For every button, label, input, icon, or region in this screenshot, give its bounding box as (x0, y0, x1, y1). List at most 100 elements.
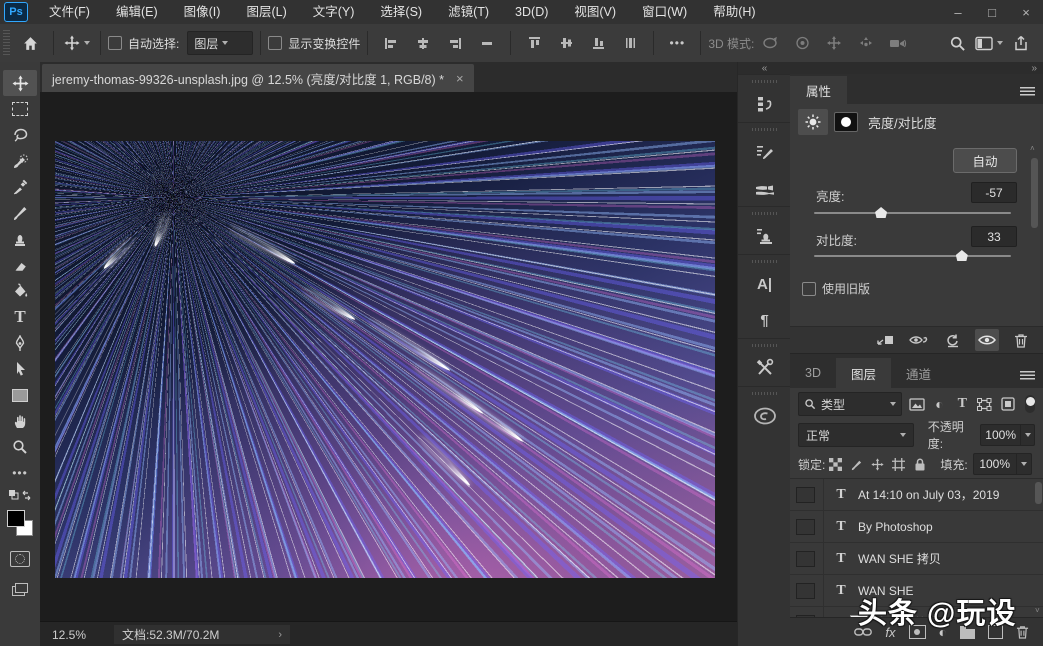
filter-pixel-layers-icon[interactable] (909, 398, 925, 411)
brightness-slider-thumb[interactable] (875, 207, 887, 218)
scroll-up-icon[interactable]: ˄ (1030, 144, 1035, 153)
opacity-value-field[interactable]: 100% (980, 424, 1021, 446)
filter-smart-objects-icon[interactable] (1000, 397, 1016, 411)
paragraph-panel-icon[interactable]: ¶ (743, 302, 787, 338)
visibility-toggle[interactable] (796, 615, 815, 618)
tab-properties[interactable]: 属性 (790, 76, 847, 104)
document-image[interactable] (55, 141, 715, 578)
tab-layers[interactable]: 图层 (836, 358, 891, 388)
layer-name[interactable]: At 14:10 on July 03，2019 (858, 486, 999, 503)
panel-menu-icon[interactable] (1020, 87, 1035, 96)
creative-cloud-icon[interactable] (743, 398, 787, 434)
fill-chevron[interactable] (1017, 453, 1032, 475)
swap-colors-icon[interactable] (3, 486, 37, 506)
menu-select[interactable]: 选择(S) (367, 0, 435, 24)
panel-menu-icon[interactable] (1020, 371, 1035, 380)
lock-artboard-icon[interactable] (890, 458, 907, 471)
layer-name[interactable]: WAN SHE 拷贝 (858, 550, 941, 567)
lasso-tool[interactable] (3, 122, 37, 148)
maximize-button[interactable]: □ (975, 0, 1009, 24)
chevron-right-icon[interactable]: › (278, 629, 282, 641)
menu-window[interactable]: 窗口(W) (629, 0, 700, 24)
filter-type-layers-icon[interactable]: T (954, 396, 970, 412)
quick-selection-tool[interactable] (3, 148, 37, 174)
canvas[interactable] (40, 92, 737, 621)
auto-select-target-dropdown[interactable]: 图层 (187, 31, 253, 55)
rectangular-marquee-tool[interactable] (3, 96, 37, 122)
scrollbar-thumb[interactable] (1035, 482, 1042, 504)
clone-source-panel-icon[interactable] (743, 218, 787, 254)
close-button[interactable]: × (1009, 0, 1043, 24)
quick-mask-mode-button[interactable] (3, 546, 37, 572)
lock-transparency-icon[interactable] (827, 458, 844, 471)
menu-image[interactable]: 图像(I) (171, 0, 234, 24)
scrollbar-thumb[interactable] (1031, 158, 1038, 228)
foreground-color-swatch[interactable] (7, 510, 25, 527)
distribute-vertical-icon[interactable] (616, 29, 644, 57)
opacity-chevron[interactable] (1021, 424, 1035, 446)
move-tool-preset-icon[interactable] (63, 29, 91, 57)
lock-pixels-icon[interactable] (848, 458, 865, 471)
zoom-level-field[interactable]: 12.5% (52, 628, 86, 642)
fill-value-field[interactable]: 100% (973, 453, 1017, 475)
dock-grip[interactable] (752, 260, 778, 263)
close-tab-icon[interactable]: × (456, 71, 464, 86)
auto-button[interactable]: 自动 (953, 148, 1017, 173)
more-options-button[interactable]: ••• (663, 29, 691, 57)
screen-mode-button[interactable] (3, 576, 37, 602)
toggle-visibility-icon[interactable] (975, 329, 999, 351)
auto-select-checkbox[interactable] (108, 36, 122, 50)
dock-grip[interactable] (752, 128, 778, 131)
visibility-toggle[interactable] (796, 583, 815, 599)
path-selection-tool[interactable] (3, 356, 37, 382)
menu-edit[interactable]: 编辑(E) (103, 0, 171, 24)
document-info[interactable]: 文档:52.3M/70.2M › (114, 625, 290, 644)
distribute-horizontal-icon[interactable] (473, 29, 501, 57)
properties-scrollbar[interactable]: ˄ (1030, 144, 1039, 320)
menu-view[interactable]: 视图(V) (561, 0, 629, 24)
filter-toggle[interactable] (1025, 395, 1035, 413)
tab-3d[interactable]: 3D (790, 358, 836, 388)
menu-filter[interactable]: 滤镜(T) (435, 0, 502, 24)
align-center-vertical-icon[interactable] (552, 29, 580, 57)
lock-all-icon[interactable] (911, 458, 928, 471)
foreground-background-swatches[interactable] (7, 510, 33, 536)
layer-row[interactable]: T By Photoshop (790, 511, 1043, 543)
hand-tool[interactable] (3, 408, 37, 434)
options-bar-grip[interactable] (3, 30, 10, 56)
clip-to-layer-icon[interactable] (873, 329, 897, 351)
dock-grip[interactable] (752, 212, 778, 215)
character-panel-icon[interactable]: A| (743, 266, 787, 302)
collapse-panels-icon[interactable]: « (738, 62, 791, 74)
align-bottom-icon[interactable] (584, 29, 612, 57)
contrast-value-field[interactable]: 33 (971, 226, 1017, 247)
move-tool[interactable] (3, 70, 37, 96)
blend-mode-dropdown[interactable]: 正常 (798, 423, 914, 447)
document-tab[interactable]: jeremy-thomas-99326-unsplash.jpg @ 12.5%… (42, 64, 474, 92)
tab-channels[interactable]: 通道 (891, 358, 946, 388)
align-left-icon[interactable] (377, 29, 405, 57)
type-tool[interactable]: T (3, 304, 37, 330)
filter-type-dropdown[interactable]: 类型 (798, 392, 902, 416)
use-legacy-checkbox[interactable] (802, 282, 816, 296)
menu-3d[interactable]: 3D(D) (502, 0, 561, 24)
eraser-tool[interactable] (3, 252, 37, 278)
paint-bucket-tool[interactable] (3, 278, 37, 304)
brightness-slider[interactable] (814, 212, 1011, 214)
home-icon[interactable] (16, 29, 44, 57)
visibility-toggle[interactable] (796, 519, 815, 535)
clone-stamp-tool[interactable] (3, 226, 37, 252)
menu-type[interactable]: 文字(Y) (300, 0, 368, 24)
align-top-icon[interactable] (520, 29, 548, 57)
layer-row[interactable]: T WAN SHE 拷贝 (790, 543, 1043, 575)
expand-panels-icon[interactable]: » (790, 62, 1043, 74)
dock-grip[interactable] (752, 392, 778, 395)
history-panel-icon[interactable] (743, 86, 787, 122)
dock-grip[interactable] (752, 344, 778, 347)
tool-presets-panel-icon[interactable] (743, 350, 787, 386)
menu-layer[interactable]: 图层(L) (233, 0, 299, 24)
layer-row[interactable]: T At 14:10 on July 03，2019 (790, 479, 1043, 511)
show-transform-checkbox[interactable] (268, 36, 282, 50)
eyedropper-tool[interactable] (3, 174, 37, 200)
align-center-horizontal-icon[interactable] (409, 29, 437, 57)
